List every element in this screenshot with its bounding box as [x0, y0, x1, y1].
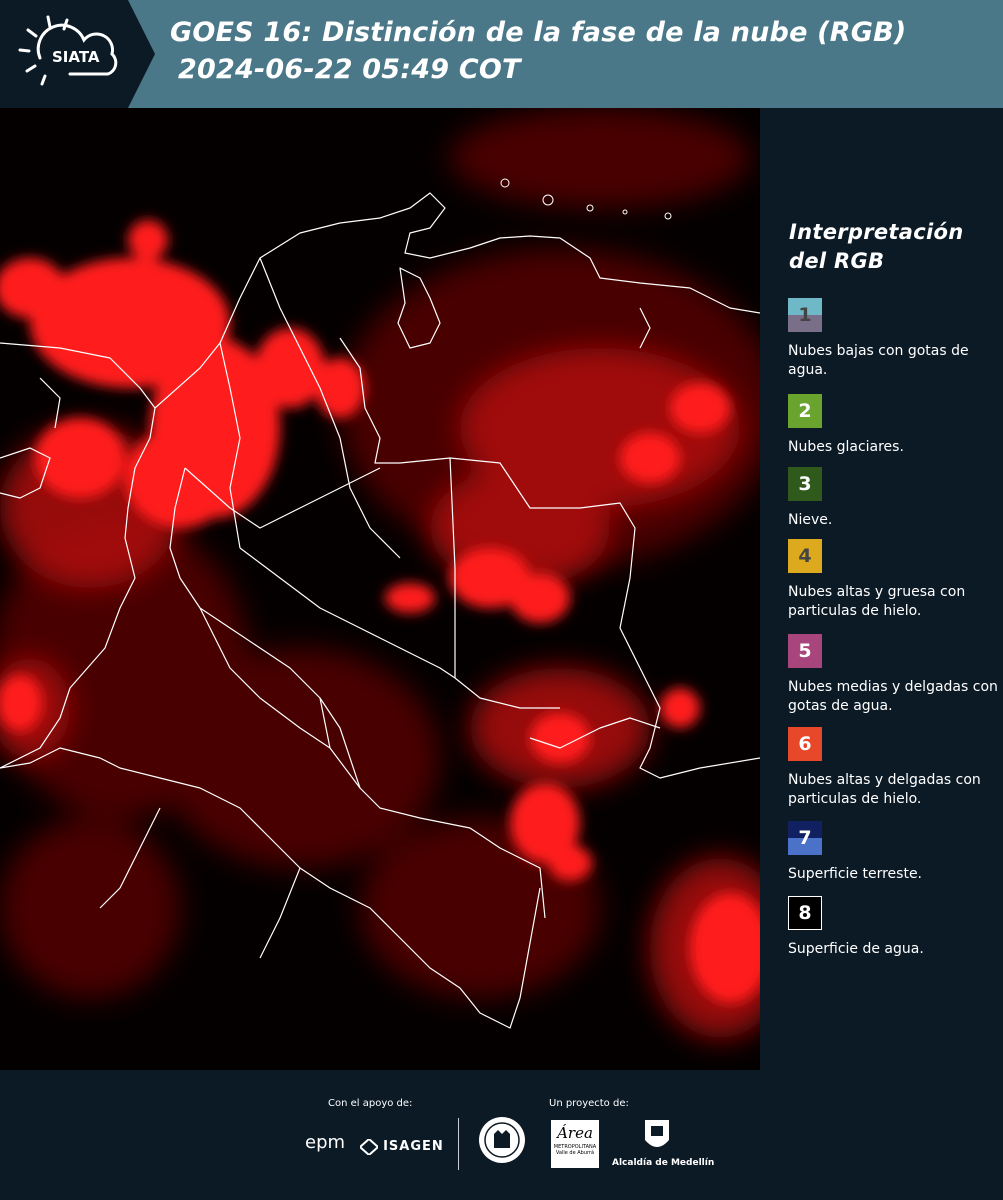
page-title: GOES 16: Distinción de la fase de la nub… [170, 14, 906, 88]
legend-swatch-4: 4 [788, 539, 822, 573]
isagen-logo: ISAGEN [358, 1136, 444, 1156]
legend-swatch-2: 2 [788, 394, 822, 428]
legend-item-7: 7 Superficie terreste. [788, 821, 1003, 884]
header-bar: SIATA GOES 16: Distinción de la fase de … [0, 0, 1003, 108]
epm-logo: epm [305, 1132, 346, 1153]
medellin-seal-icon [478, 1116, 526, 1168]
title-product: GOES 16: Distinción de la fase de la nub… [170, 17, 907, 48]
legend-swatch-1: 1 [788, 298, 822, 332]
legend-item-3: 3 Nieve. [788, 467, 1003, 530]
isagen-mark-icon [358, 1137, 380, 1156]
legend-swatch-8: 8 [788, 896, 822, 930]
legend-item-5: 5 Nubes medias y delgadas con gotas de a… [788, 634, 1003, 716]
legend-swatch-5: 5 [788, 634, 822, 668]
title-timestamp: 2024-06-22 05:49 COT [178, 54, 521, 85]
alcaldia-label: Alcaldía de Medellín [612, 1158, 715, 1168]
satellite-map [0, 108, 760, 1070]
project-label: Un proyecto de: [549, 1098, 629, 1109]
legend-title: Interpretación del RGB [789, 220, 964, 273]
siata-logo: SIATA [0, 0, 155, 108]
legend-swatch-6: 6 [788, 727, 822, 761]
alcaldia-crest-icon [643, 1118, 671, 1158]
legend-item-4: 4 Nubes altas y gruesa con particulas de… [788, 539, 1003, 621]
legend-swatch-7: 7 [788, 821, 822, 855]
footer-divider [458, 1118, 459, 1170]
area-metropolitana-logo: Área METROPOLITANA Valle de Aburrá [551, 1120, 599, 1168]
legend-item-6: 6 Nubes altas y delgadas con particulas … [788, 727, 1003, 809]
legend-item-1: 1 Nubes bajas con gotas de agua. [788, 298, 1003, 380]
svg-text:SIATA: SIATA [52, 48, 100, 66]
legend-panel: Interpretación del RGB 1 Nubes bajas con… [760, 108, 1003, 1070]
legend-swatch-3: 3 [788, 467, 822, 501]
support-label: Con el apoyo de: [328, 1098, 413, 1109]
footer-sponsors: Con el apoyo de: Un proyecto de: epm ISA… [0, 1070, 1003, 1200]
legend-item-8: 8 Superficie de agua. [788, 896, 1003, 959]
legend-item-2: 2 Nubes glaciares. [788, 394, 1003, 457]
